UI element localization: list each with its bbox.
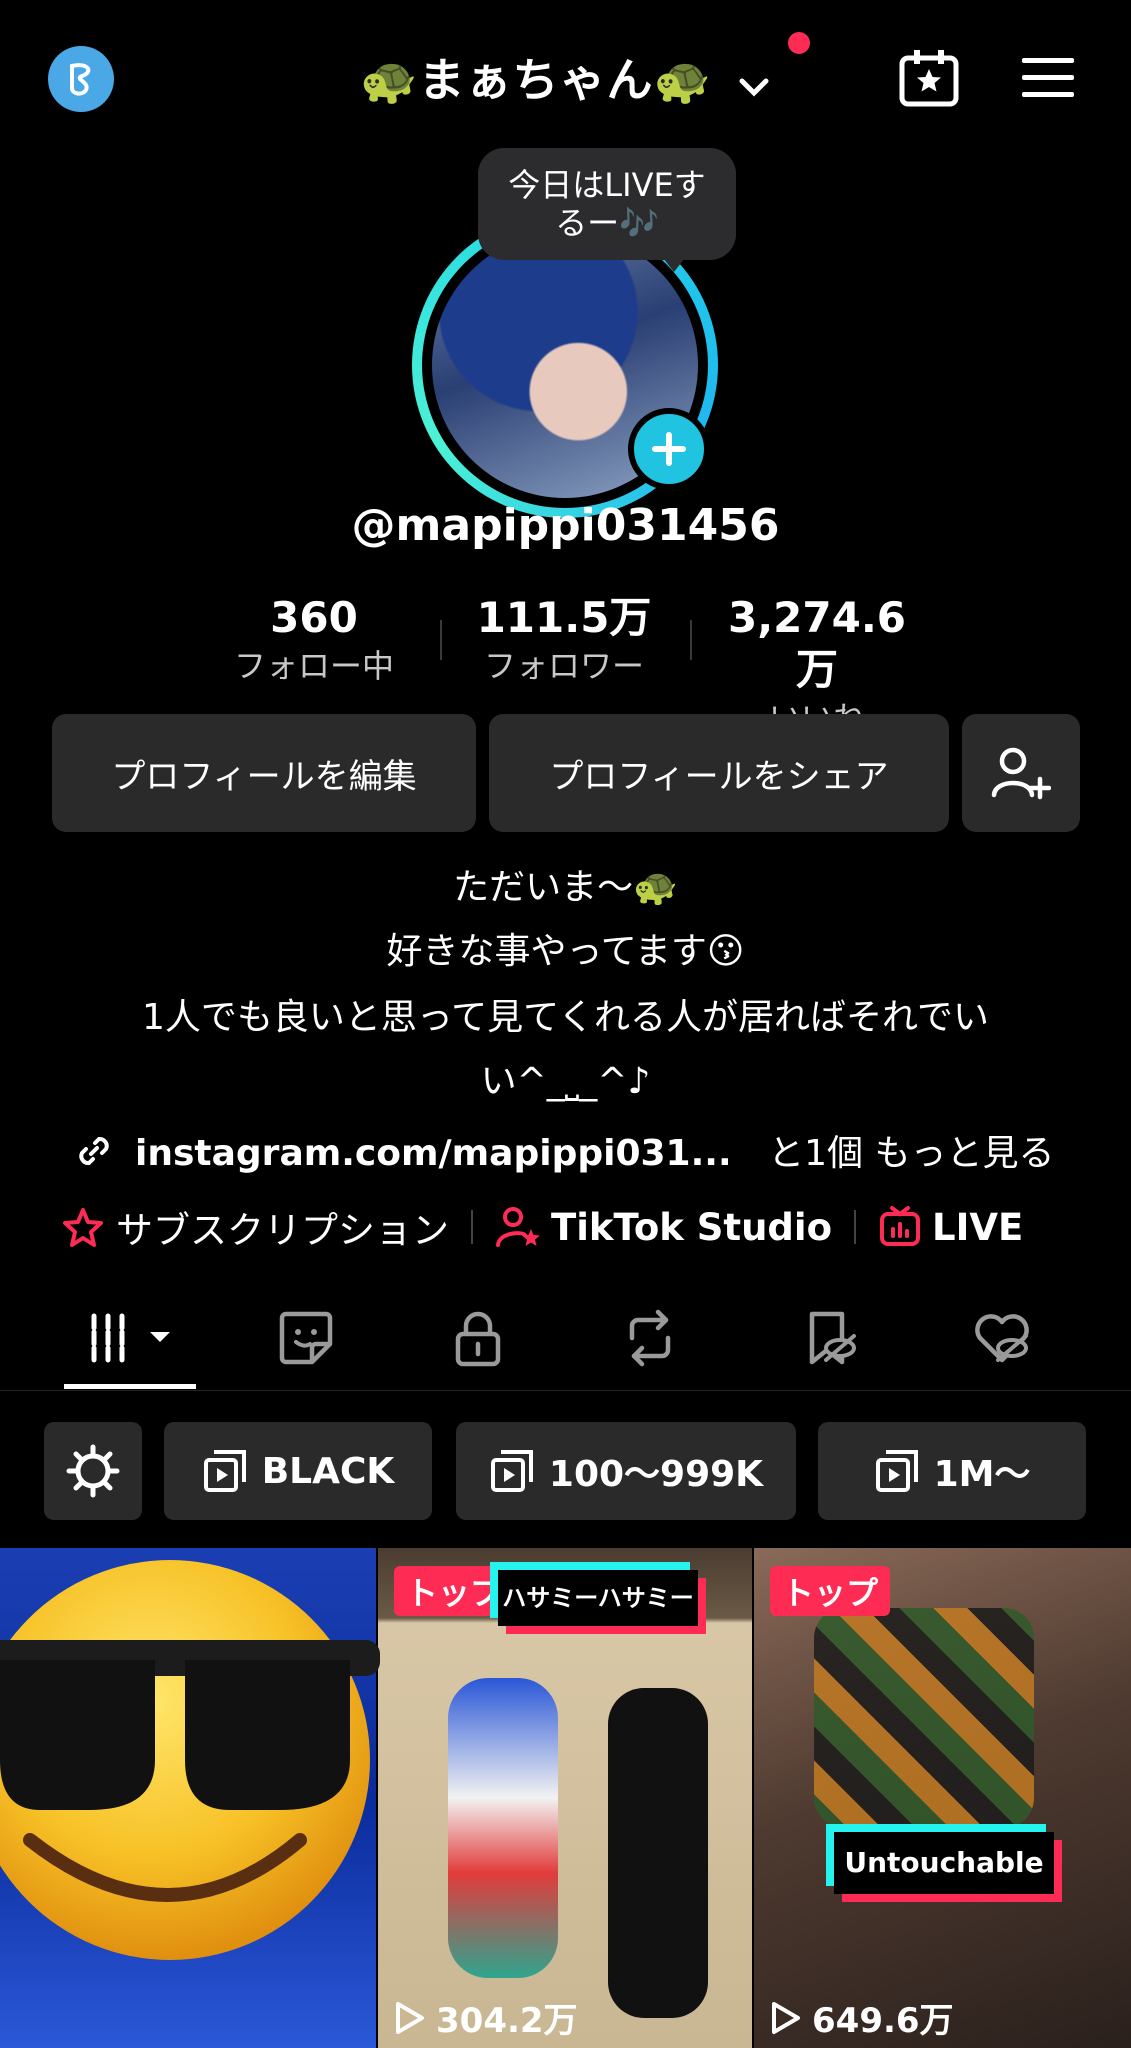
status-note-bubble[interactable]: 今日はLIVEす るー🎶 xyxy=(478,148,736,260)
repost-icon xyxy=(629,1309,671,1367)
bubble-tail xyxy=(660,254,688,272)
playlist-chip-label: 100〜999K xyxy=(548,1454,764,1495)
playlist-chip-1m[interactable]: 1M〜 xyxy=(818,1422,1086,1520)
add-user-icon xyxy=(991,747,1051,800)
view-count: 304.2万 xyxy=(394,1993,578,2042)
stat-divider xyxy=(690,620,692,660)
add-story-button[interactable] xyxy=(628,408,710,490)
tab-videos[interactable] xyxy=(88,1308,170,1368)
link-icon xyxy=(76,1133,112,1178)
edit-profile-label: プロフィールを編集 xyxy=(111,756,417,797)
lock-icon xyxy=(455,1311,501,1367)
view-count-value: 649.6万 xyxy=(812,2001,954,2041)
playlist-icon xyxy=(875,1450,918,1492)
video-thumbnail[interactable]: トップ Untouchable 649.6万 xyxy=(754,1548,1131,2048)
playlist-chip-100k[interactable]: 100〜999K xyxy=(456,1422,796,1520)
tab-liked[interactable] xyxy=(972,1308,1032,1368)
studio-user-star-icon xyxy=(496,1207,540,1247)
status-note-line2: るー🎶 xyxy=(555,204,659,242)
edit-profile-button[interactable]: プロフィールを編集 xyxy=(52,714,476,832)
chevron-down-icon xyxy=(737,57,771,111)
live-tv-icon xyxy=(880,1206,921,1246)
divider xyxy=(471,1210,473,1244)
playlist-chip-label: 1M〜 xyxy=(933,1454,1031,1495)
tab-reposts[interactable] xyxy=(620,1308,680,1368)
see-more-link[interactable]: と1個 もっと見る xyxy=(768,1133,1054,1174)
tab-stickers[interactable] xyxy=(276,1308,336,1368)
live-link[interactable]: LIVE xyxy=(878,1205,1023,1249)
followers-count: 111.5万 xyxy=(476,593,652,642)
subscription-label: サブスクリプション xyxy=(116,1209,449,1252)
notification-dot xyxy=(788,32,810,54)
tab-private[interactable] xyxy=(448,1308,508,1368)
playlist-icon xyxy=(203,1450,246,1492)
playlist-chip-black[interactable]: BLACK xyxy=(164,1422,432,1520)
likes-count: 3,274.6万 xyxy=(727,593,907,694)
tab-favorites[interactable] xyxy=(800,1308,860,1368)
gear-icon xyxy=(66,1444,120,1498)
play-icon xyxy=(396,2001,424,2034)
playlist-settings-button[interactable] xyxy=(44,1422,142,1520)
stat-divider xyxy=(440,620,442,660)
stat-followers[interactable]: 111.5万 フォロワー xyxy=(454,592,674,688)
play-icon xyxy=(772,2001,800,2034)
following-count: 360 xyxy=(270,593,358,642)
status-note-line1: 今日はLIVEす xyxy=(508,166,706,204)
subscription-link[interactable]: サブスクリプション xyxy=(60,1200,449,1254)
view-count: 649.6万 xyxy=(770,1993,954,2042)
following-label: フォロー中 xyxy=(233,647,394,685)
bio-line: い^_⎵_^♪ xyxy=(480,1061,651,1102)
active-tab-indicator xyxy=(64,1384,196,1389)
calendar-star-icon[interactable] xyxy=(898,48,960,112)
bio-link[interactable]: instagram.com/mapippi031... xyxy=(135,1133,732,1174)
studio-label: TikTok Studio xyxy=(551,1205,833,1249)
bookmark-hidden-icon xyxy=(809,1311,856,1365)
playlist-chip-label: BLACK xyxy=(261,1450,395,1492)
top-badge: トップ xyxy=(394,1566,515,1616)
share-profile-label: プロフィールをシェア xyxy=(549,756,889,797)
top-badge: トップ xyxy=(770,1566,891,1616)
video-thumbnail[interactable]: トップ ハサミーハサミー 304.2万 xyxy=(378,1548,752,2048)
divider xyxy=(854,1210,857,1244)
bio-link-row: instagram.com/mapippi031... と1個 もっと見る xyxy=(0,1124,1131,1178)
bio-line: 1人でも良いと思って見てくれる人が居ればそれでい xyxy=(142,997,989,1038)
live-label: LIVE xyxy=(932,1205,1024,1249)
menu-icon[interactable] xyxy=(1020,56,1076,104)
videos-grid-icon xyxy=(91,1313,170,1363)
sunglasses-emoji-sticker xyxy=(0,1510,380,2010)
sticker-smile-icon xyxy=(279,1311,333,1365)
bio-line: 好きな事やってます😗 xyxy=(386,931,745,972)
add-friends-button[interactable] xyxy=(962,714,1080,832)
stat-following[interactable]: 360 フォロー中 xyxy=(204,592,424,688)
username-title: 🐢まぁちゃん🐢 xyxy=(360,53,712,107)
playlist-icon xyxy=(490,1450,533,1492)
view-count-value: 304.2万 xyxy=(436,2001,578,2041)
subscription-star-icon xyxy=(63,1208,103,1247)
video-caption: ハサミーハサミー xyxy=(498,1570,698,1626)
profile-handle: @mapippi031456 xyxy=(351,500,780,551)
tiktok-studio-link[interactable]: TikTok Studio xyxy=(495,1205,832,1249)
account-switcher[interactable]: 🐢まぁちゃん🐢 xyxy=(0,44,1131,111)
share-profile-button[interactable]: プロフィールをシェア xyxy=(489,714,949,832)
feature-row: サブスクリプション TikTok Studio LIVE xyxy=(60,1200,1023,1254)
video-caption: Untouchable xyxy=(834,1832,1054,1894)
heart-hidden-icon xyxy=(975,1314,1029,1363)
bio-line: ただいま〜🐢 xyxy=(453,867,678,908)
divider xyxy=(0,1390,1131,1391)
followers-label: フォロワー xyxy=(483,647,644,685)
